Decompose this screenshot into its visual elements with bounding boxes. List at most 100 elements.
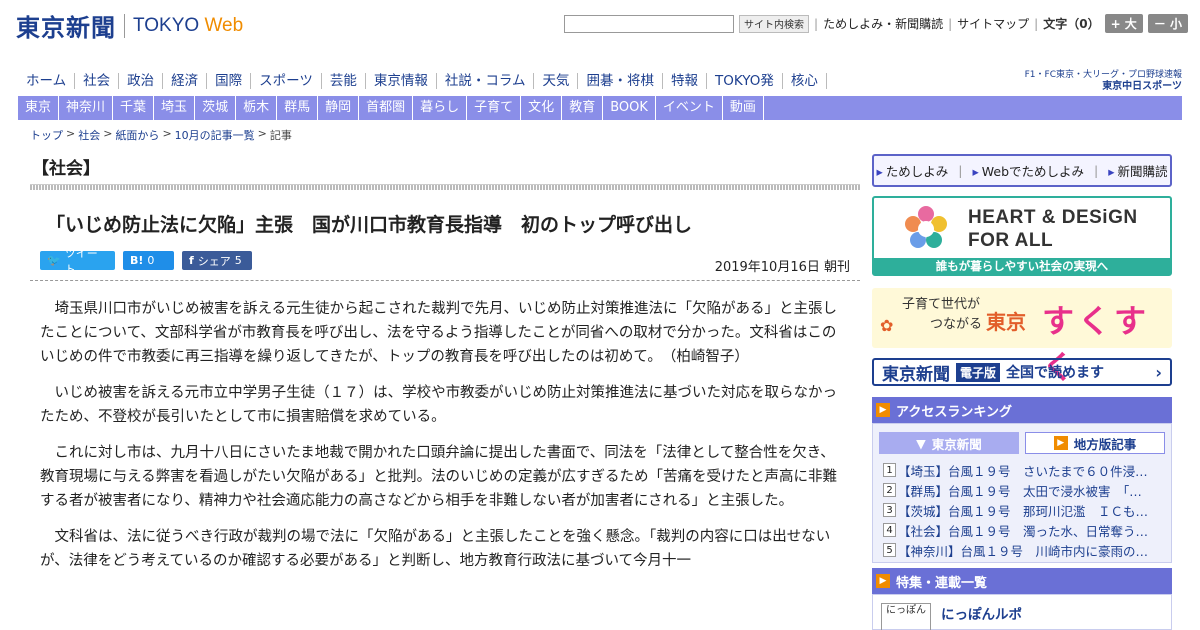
subnav-shizuoka[interactable]: 静岡: [318, 96, 360, 120]
subnav-video[interactable]: 動画: [723, 96, 764, 120]
site-search-button[interactable]: サイト内検索: [739, 14, 810, 33]
chunichi-sports-banner[interactable]: F1・FC東京・大リーグ・プロ野球速報 東京中日スポーツ: [1025, 69, 1182, 93]
twitter-icon: 🐦: [47, 254, 61, 267]
nav-society[interactable]: 社会: [75, 72, 120, 89]
tweet-button[interactable]: 🐦 ツイート: [40, 247, 115, 276]
tab-label: 東京新聞: [931, 436, 982, 452]
nav-home[interactable]: ホーム: [18, 72, 76, 89]
nav-international[interactable]: 国際: [207, 72, 252, 89]
ranking-title: アクセスランキング: [896, 404, 1012, 420]
breadcrumb-separator: >: [257, 127, 267, 140]
sukusuku-tagline: 子育て世代が つながる: [902, 295, 982, 335]
nav-politics[interactable]: 政治: [119, 72, 164, 89]
features-title: 特集・連載一覧: [896, 575, 988, 591]
rank-number: 5: [883, 543, 896, 557]
subnav-kanagawa[interactable]: 神奈川: [59, 96, 114, 120]
divider: |: [948, 16, 953, 31]
divider: |: [814, 16, 819, 31]
divider: |: [958, 163, 963, 178]
flower-icon: ✿: [880, 316, 894, 335]
nav-weather[interactable]: 天気: [534, 72, 579, 89]
nav-igo-shogi[interactable]: 囲碁・将棋: [578, 72, 663, 89]
ranking-item[interactable]: 5 【神奈川】台風１９号 川崎市内に豪雨の…: [883, 540, 1165, 560]
logo-web: Web: [204, 14, 244, 36]
tab-tokyo-shimbun[interactable]: ▼ 東京新聞: [879, 432, 1019, 454]
font-larger-button[interactable]: + 大: [1104, 14, 1143, 33]
facebook-count: 5: [234, 254, 242, 267]
utility-bar: サイト内検索 | ためしよみ・新聞購読 | サイトマップ | 文字（0） + 大…: [564, 14, 1188, 33]
facebook-icon: f: [189, 254, 194, 267]
subnav-tokyo[interactable]: 東京: [18, 96, 60, 120]
section-label: 【社会】: [32, 159, 100, 179]
subnav-culture[interactable]: 文化: [521, 96, 563, 120]
facebook-share-button[interactable]: f シェア 5: [182, 251, 252, 270]
breadcrumb-current: 記事: [269, 129, 292, 142]
subnav-book[interactable]: BOOK: [603, 96, 656, 120]
ranking-list: 1 【埼玉】台風１９号 さいたまで６０件浸… 2 【群馬】台風１９号 太田で浸水…: [883, 460, 1165, 560]
ranking-item[interactable]: 3 【茨城】台風１９号 那珂川氾濫 ＩＣも…: [883, 500, 1165, 520]
nav-tokuho[interactable]: 特報: [663, 72, 707, 89]
facebook-label: シェア: [197, 254, 231, 268]
subnav-saitama[interactable]: 埼玉: [154, 96, 196, 120]
font-smaller-button[interactable]: － 小: [1147, 14, 1188, 33]
web-trial-link[interactable]: Webでためしよみ: [972, 161, 1084, 180]
chunichi-name: 東京中日スポーツ: [1102, 80, 1182, 92]
nav-tokyo-info[interactable]: 東京情報: [366, 72, 437, 89]
subnav-shutoken[interactable]: 首都圏: [359, 96, 414, 120]
hatena-bookmark-button[interactable]: B! 0: [123, 251, 174, 270]
breadcrumb-society[interactable]: 社会: [78, 127, 100, 143]
ranking-item[interactable]: 1 【埼玉】台風１９号 さいたまで６０件浸…: [883, 460, 1165, 480]
digital-badge: 電子版: [956, 362, 1001, 382]
tab-regional[interactable]: ▶ 地方版記事: [1025, 432, 1165, 454]
nav-kakushin[interactable]: 核心: [783, 72, 827, 89]
tweet-label: ツイート: [64, 246, 98, 276]
nav-tokyo-hatsu[interactable]: TOKYO発: [707, 72, 783, 89]
subnav-chiba[interactable]: 千葉: [113, 96, 155, 120]
article-paragraph: 埼玉県川口市がいじめ被害を訴える元生徒から起こされた裁判で先月、いじめ防止対策推…: [40, 301, 838, 365]
sukusuku-banner[interactable]: ✿ 子育て世代が つながる 東京 すくすく: [872, 288, 1172, 386]
section-divider: [30, 184, 860, 190]
nav-entertainment[interactable]: 芸能: [322, 72, 366, 89]
subnav-kosodate[interactable]: 子育て: [467, 96, 522, 120]
rank-title: 【群馬】台風１９号 太田で浸水被害 「…: [898, 483, 1142, 499]
trial-read-link[interactable]: ためしよみ: [876, 161, 949, 180]
nav-editorial[interactable]: 社説・コラム: [437, 72, 535, 89]
digital-edition-banner[interactable]: 東京新聞 電子版 全国で読めます ›: [872, 358, 1172, 386]
subnav-event[interactable]: イベント: [656, 96, 723, 120]
site-search-input[interactable]: [564, 14, 735, 33]
article-paragraph: いじめ被害を訴える元市立中学男子生徒（１７）は、学校や市教委がいじめ防止対策推進…: [40, 385, 838, 425]
ranking-item[interactable]: 4 【社会】台風１９号 濁った水、日常奪う…: [883, 520, 1165, 540]
digital-paper-name: 東京新聞: [882, 364, 950, 385]
breadcrumb-top[interactable]: トップ: [30, 127, 63, 143]
breadcrumb-print[interactable]: 紙面から: [115, 127, 159, 143]
sitemap-link[interactable]: サイトマップ: [957, 15, 1029, 32]
site-logo[interactable]: 東京新聞 TOKYO Web: [16, 8, 243, 43]
nav-sports[interactable]: スポーツ: [251, 72, 322, 89]
feature-link[interactable]: にっぽんルポ: [941, 603, 1022, 623]
subscribe-link[interactable]: ためしよみ・新聞購読: [823, 15, 943, 32]
divider: |: [1094, 163, 1099, 178]
breadcrumb-october-list[interactable]: 10月の記事一覧: [175, 127, 255, 143]
subnav-education[interactable]: 教育: [562, 96, 604, 120]
rank-title: 【埼玉】台風１９号 さいたまで６０件浸…: [898, 463, 1148, 479]
publish-date: 2019年10月16日 朝刊: [714, 260, 850, 275]
logo-tokyo: TOKYO: [133, 14, 200, 36]
heart-design-banner[interactable]: HEART & DESiGN FOR ALL 誰もが暮らしやすい社会の実現へ: [872, 196, 1172, 276]
rank-number: 4: [883, 523, 896, 537]
logo-japanese: 東京新聞: [16, 13, 116, 42]
subnav-tochigi[interactable]: 栃木: [236, 96, 278, 120]
breadcrumb: トップ > 社会 > 紙面から > 10月の記事一覧 > 記事: [30, 127, 292, 143]
nav-economy[interactable]: 経済: [163, 72, 208, 89]
ranking-item[interactable]: 2 【群馬】台風１９号 太田で浸水被害 「…: [883, 480, 1165, 500]
hatena-icon: B!: [130, 254, 144, 267]
subnav-ibaraki[interactable]: 茨城: [195, 96, 237, 120]
subnav-gunma[interactable]: 群馬: [277, 96, 319, 120]
features-panel: にっぽん にっぽんルポ: [872, 594, 1172, 630]
feature-thumbnail[interactable]: にっぽん: [881, 603, 931, 630]
digital-text: 全国で読めます: [1006, 365, 1105, 381]
breadcrumb-separator: >: [103, 127, 113, 140]
article-paragraph: これに対し市は、九月十八日にさいたま地裁で開かれた口頭弁論に提出した書面で、同法…: [40, 445, 838, 509]
rank-title: 【茨城】台風１９号 那珂川氾濫 ＩＣも…: [898, 503, 1149, 519]
subnav-kurashi[interactable]: 暮らし: [413, 96, 468, 120]
subscribe-link[interactable]: 新聞購読: [1108, 161, 1168, 180]
